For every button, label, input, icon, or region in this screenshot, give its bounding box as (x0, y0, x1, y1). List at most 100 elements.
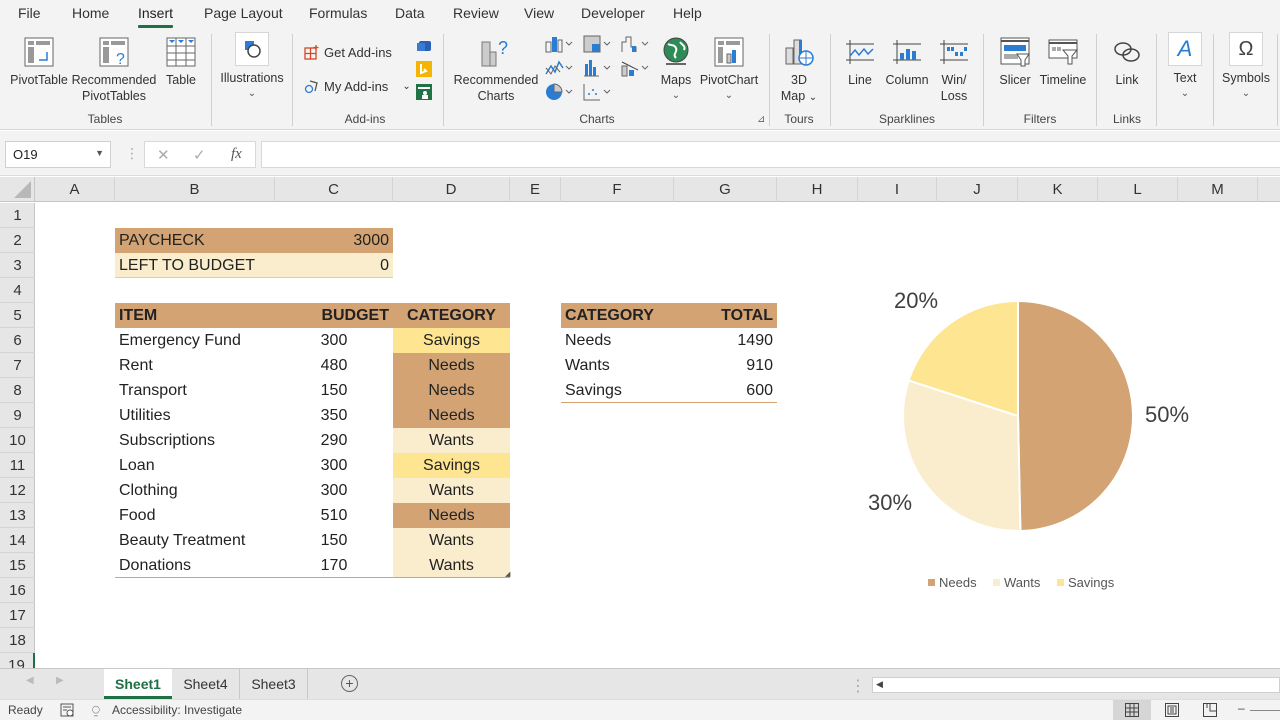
column-header-i[interactable]: I (858, 177, 937, 202)
column-header-f[interactable]: F (561, 177, 674, 202)
legend-wants[interactable]: Wants (993, 575, 1040, 590)
symbols-button[interactable]: Ω Symbols ⌄ (1218, 32, 1274, 102)
recommended-pivottables-button[interactable]: ? Recommended PivotTables (70, 36, 158, 104)
dialog-launcher-icon[interactable]: ⊿ (757, 114, 765, 125)
cell-total-category[interactable]: Savings (561, 378, 674, 403)
scroll-left-arrow-icon[interactable]: ◀ (876, 679, 883, 690)
sparkline-winloss-button[interactable]: Win/ Loss (936, 36, 972, 104)
cell-budget[interactable]: 170 (275, 553, 393, 578)
totals-header-total[interactable]: TOTAL (674, 303, 777, 328)
name-box[interactable]: O19 ▼ (5, 141, 111, 168)
tab-insert[interactable]: Insert (138, 5, 174, 28)
column-header-g[interactable]: G (674, 177, 777, 202)
row-header-13[interactable]: 13 (0, 503, 35, 528)
sparkline-line-button[interactable]: Line (842, 36, 878, 88)
page-break-view-icon[interactable] (1203, 703, 1217, 717)
row-header-1[interactable]: 1 (0, 203, 35, 228)
table-resize-handle-icon[interactable]: ◢ (505, 570, 510, 578)
cell-category[interactable]: Needs (393, 353, 510, 378)
get-addins-button[interactable]: Get Add-ins (304, 44, 392, 60)
column-header-e[interactable]: E (510, 177, 561, 202)
tab-review[interactable]: Review (453, 5, 499, 21)
column-header-b[interactable]: B (115, 177, 275, 202)
bing-icon[interactable] (416, 61, 432, 77)
timeline-button[interactable]: Timeline (1038, 36, 1088, 88)
row-header-15[interactable]: 15 (0, 553, 35, 578)
slicer-button[interactable]: Slicer (994, 36, 1036, 88)
insert-function-icon[interactable]: fx (231, 146, 242, 163)
row-header-16[interactable]: 16 (0, 578, 35, 603)
cell-item[interactable]: Loan (115, 453, 275, 478)
macro-record-icon[interactable] (60, 703, 75, 717)
cell-total-category[interactable]: Needs (561, 328, 674, 353)
tab-formulas[interactable]: Formulas (309, 5, 367, 21)
people-graph-icon[interactable] (416, 84, 432, 100)
tab-developer[interactable]: Developer (581, 5, 645, 21)
cell-category[interactable]: Savings (393, 328, 510, 353)
cell-budget[interactable]: 290 (275, 428, 393, 453)
tab-data[interactable]: Data (395, 5, 425, 21)
row-header-6[interactable]: 6 (0, 328, 35, 353)
column-header-d[interactable]: D (393, 177, 510, 202)
left-to-budget-row[interactable]: LEFT TO BUDGET 0 (115, 253, 393, 278)
pivotchart-button[interactable]: PivotChart ⌄ (698, 36, 760, 104)
header-budget[interactable]: BUDGET (275, 303, 393, 328)
tab-page-layout[interactable]: Page Layout (204, 5, 283, 21)
column-header-l[interactable]: L (1098, 177, 1178, 202)
legend-needs[interactable]: Needs (928, 575, 977, 590)
scroll-left-icon[interactable]: ◀ (26, 675, 34, 686)
hierarchy-chart-button[interactable] (582, 34, 612, 59)
paycheck-row[interactable]: PAYCHECK 3000 (115, 228, 393, 253)
row-header-12[interactable]: 12 (0, 478, 35, 503)
legend-savings[interactable]: Savings (1057, 575, 1114, 590)
header-item[interactable]: ITEM (115, 303, 275, 328)
cell-category[interactable]: Savings (393, 453, 510, 478)
cell-item[interactable]: Utilities (115, 403, 275, 428)
formula-input[interactable] (261, 141, 1280, 168)
horizontal-scrollbar[interactable]: ◀ (872, 677, 1280, 693)
cell-item[interactable]: Clothing (115, 478, 275, 503)
row-header-9[interactable]: 9 (0, 403, 35, 428)
sheet-tab-sheet4[interactable]: Sheet4 (172, 669, 240, 699)
line-chart-button[interactable] (544, 58, 574, 83)
tab-home[interactable]: Home (72, 5, 109, 21)
cell-total-value[interactable]: 910 (674, 353, 777, 378)
maps-button[interactable]: Maps ⌄ (655, 36, 697, 104)
illustrations-button[interactable]: Illustrations ⌄ (218, 32, 286, 102)
cell-total-value[interactable]: 600 (674, 378, 777, 403)
normal-view-button[interactable] (1113, 700, 1151, 720)
row-header-18[interactable]: 18 (0, 628, 35, 653)
page-layout-view-icon[interactable] (1165, 703, 1179, 717)
cell-budget[interactable]: 150 (275, 528, 393, 553)
tab-file[interactable]: File (18, 5, 41, 21)
cell-item[interactable]: Transport (115, 378, 275, 403)
my-addins-button[interactable]: My Add-ins ⌄ (304, 78, 411, 94)
cell-category[interactable]: Needs (393, 378, 510, 403)
sheet-tab-sheet1[interactable]: Sheet1 (104, 669, 172, 699)
cell-category[interactable]: Wants (393, 528, 510, 553)
sheet-tab-sheet3[interactable]: Sheet3 (240, 669, 308, 699)
recommended-charts-button[interactable]: ? Recommended Charts (452, 36, 540, 104)
row-header-10[interactable]: 10 (0, 428, 35, 453)
row-header-5[interactable]: 5 (0, 303, 35, 328)
cell-budget[interactable]: 300 (275, 328, 393, 353)
tab-help[interactable]: Help (673, 5, 702, 21)
cell-item[interactable]: Donations (115, 553, 275, 578)
table-button[interactable]: Table (160, 36, 202, 88)
tab-view[interactable]: View (524, 5, 554, 21)
cell-budget[interactable]: 300 (275, 478, 393, 503)
drag-handle-icon[interactable]: ⋮ (125, 145, 139, 162)
combo-chart-button[interactable] (620, 58, 650, 83)
scroll-right-icon[interactable]: ▶ (56, 675, 64, 686)
pie-slice-needs[interactable] (1017, 299, 1134, 532)
totals-header-category[interactable]: CATEGORY (561, 303, 674, 328)
select-all-button[interactable] (0, 177, 35, 202)
header-category[interactable]: CATEGORY (393, 303, 510, 328)
cell-category[interactable]: Wants (393, 478, 510, 503)
visio-icon[interactable] (416, 38, 432, 54)
cell-budget[interactable]: 350 (275, 403, 393, 428)
row-header-3[interactable]: 3 (0, 253, 35, 278)
cell-category[interactable]: Needs (393, 503, 510, 528)
accessibility-status[interactable]: Accessibility: Investigate (112, 703, 242, 717)
cell-item[interactable]: Beauty Treatment (115, 528, 275, 553)
